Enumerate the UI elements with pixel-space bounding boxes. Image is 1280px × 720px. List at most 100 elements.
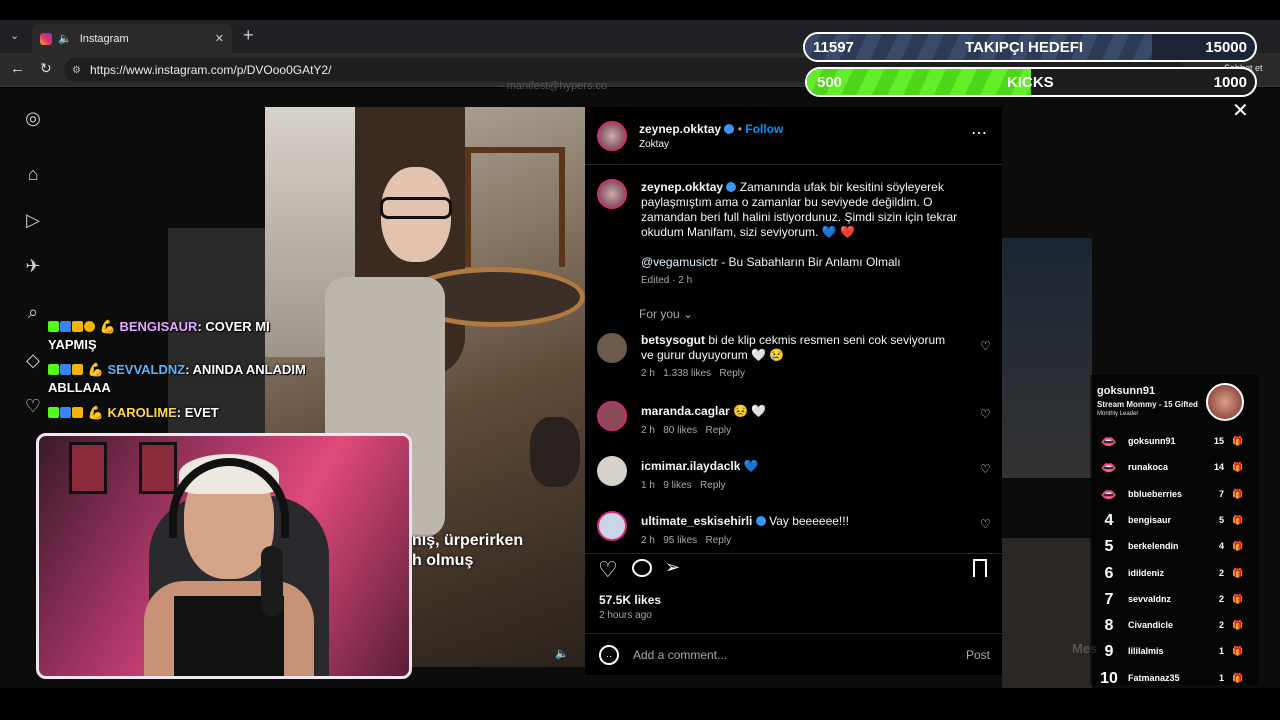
search-icon[interactable]: ⌕ — [23, 302, 43, 322]
comment-text: 😣 🤍 — [733, 404, 767, 418]
comment-likes[interactable]: 9 likes — [663, 480, 691, 491]
leaderboard-rank: 7 — [1104, 590, 1114, 608]
reply-button[interactable]: Reply — [706, 425, 732, 436]
edited-timestamp: Edited · 2 h — [641, 275, 693, 286]
leaderboard-username: runakoca — [1128, 462, 1169, 473]
close-tab-icon[interactable]: ✕ — [215, 32, 224, 45]
leader-title: Stream Mommy - 15 Gifted — [1097, 400, 1198, 409]
chat-message: 💪 BENGISAUR: COVER MI YAPMIŞ — [48, 319, 270, 352]
follower-current: 11597 — [813, 39, 854, 56]
comment-username[interactable]: betsysogut — [641, 333, 705, 347]
like-comment-icon[interactable]: ♡ — [980, 462, 991, 476]
verified-badge-icon — [60, 407, 71, 418]
comment-avatar[interactable] — [597, 333, 627, 363]
video-glasses — [380, 197, 452, 219]
new-tab-button[interactable]: + — [243, 25, 254, 46]
comment-avatar[interactable] — [597, 401, 627, 431]
comment-likes[interactable]: 80 likes — [663, 425, 697, 436]
gift-icon: 🎁 — [1232, 541, 1244, 552]
comment-item: maranda.caglar 😣 🤍 2 h 80 likes Reply ♡ — [597, 401, 992, 447]
backdrop-faint-text: - manifest@hypers.co — [500, 80, 608, 92]
comment-text: 💙 — [743, 459, 759, 473]
speaker-icon[interactable]: 🔈 — [58, 32, 72, 45]
caption-avatar[interactable] — [597, 179, 627, 209]
comment-avatar[interactable] — [597, 456, 627, 486]
reply-button[interactable]: Reply — [700, 480, 726, 491]
gift-icon: 🎁 — [1232, 488, 1244, 499]
messages-icon[interactable]: ✈ — [23, 256, 43, 276]
mute-icon[interactable]: 🔈 — [555, 647, 569, 660]
emoji-icon[interactable]: ‥ — [599, 645, 619, 665]
like-comment-icon[interactable]: ♡ — [980, 339, 991, 353]
post-details-panel: zeynep.okktay • Follow Zoktay ⋯ zeynep.o… — [585, 107, 1002, 675]
leaderboard-row: 8 Civandicle 2 🎁 — [1096, 617, 1246, 635]
leaderboard-count: 1 — [1218, 646, 1224, 657]
caption: zeynep.okktay Zamanında ufak bir kesitin… — [641, 180, 981, 240]
reels-icon[interactable]: ▷ — [23, 210, 43, 230]
comment-likes[interactable]: 95 likes — [663, 535, 697, 546]
comment-username[interactable]: icmimar.ilaydaclk — [641, 459, 740, 473]
like-comment-icon[interactable]: ♡ — [980, 517, 991, 531]
back-arrow-icon[interactable]: ← — [10, 60, 25, 77]
leaderboard-count: 14 — [1213, 462, 1224, 473]
like-icon[interactable]: ♡ — [598, 557, 618, 583]
share-icon[interactable]: ➢ — [665, 557, 680, 578]
post-comment-button[interactable]: Post — [966, 648, 990, 662]
leaderboard-username: lililalmis — [1128, 646, 1164, 657]
post-header: zeynep.okktay • Follow — [639, 122, 784, 136]
leaderboard-count: 1 — [1218, 672, 1224, 683]
leaderboard-username: berkelendin — [1128, 541, 1179, 552]
gift-icon: 🎁 — [1232, 620, 1244, 631]
comment-likes[interactable]: 1.338 likes — [663, 368, 711, 379]
actions-divider — [585, 553, 1002, 554]
explore-icon[interactable]: ◇ — [23, 350, 43, 370]
more-options-icon[interactable]: ⋯ — [971, 123, 987, 143]
author-username[interactable]: zeynep.okktay — [639, 122, 721, 136]
comment-username[interactable]: maranda.caglar — [641, 404, 730, 418]
caption-verified-icon — [726, 182, 737, 192]
backdrop-thumb-right — [1002, 238, 1092, 478]
leaderboard-count: 15 — [1213, 436, 1224, 446]
author-subtitle: Zoktay — [639, 139, 670, 150]
leaderboard-username: sevvaldnz — [1128, 593, 1172, 604]
close-modal-icon[interactable]: ✕ — [1232, 98, 1249, 123]
leaderboard-rank: 10 — [1100, 669, 1118, 687]
chat-flex-icon: 💪 — [87, 362, 104, 377]
caption-author[interactable]: zeynep.okktay — [641, 180, 723, 194]
comment-sort-dropdown[interactable]: For you ⌄ — [639, 307, 693, 321]
comment-icon[interactable] — [632, 559, 652, 577]
leaderboard-row: 9 lililalmis 1 🎁 — [1096, 643, 1246, 661]
comment-item: ultimate_eskisehirli Vay beeeeee!!! 2 h … — [597, 511, 992, 557]
browser-tab-instagram[interactable]: 🔈 Instagram ✕ — [32, 24, 232, 53]
kicks-label: KICKS — [1007, 74, 1054, 91]
reply-button[interactable]: Reply — [719, 368, 745, 379]
gift-icon: 🎁 — [1232, 436, 1244, 446]
tab-list-dropdown-icon[interactable]: ⌄ — [10, 29, 19, 42]
reply-button[interactable]: Reply — [706, 535, 732, 546]
leader-name: goksunn91 — [1097, 385, 1156, 397]
follow-button[interactable]: Follow — [745, 122, 783, 136]
home-icon[interactable]: ⌂ — [23, 164, 43, 184]
reload-icon[interactable]: ↻ — [40, 60, 52, 77]
webcam-microphone — [261, 546, 283, 616]
leaderboard-row: 6 idildeniz 2 🎁 — [1096, 565, 1246, 583]
like-comment-icon[interactable]: ♡ — [980, 407, 991, 421]
video-chair — [465, 147, 565, 267]
site-info-icon[interactable]: ⚙ — [72, 65, 81, 76]
comment-input[interactable]: Add a comment... — [633, 648, 727, 662]
add-comment-divider — [585, 633, 1002, 634]
save-bookmark-icon[interactable] — [973, 559, 987, 577]
likes-count[interactable]: 57.5K likes — [599, 593, 661, 607]
instagram-logo-icon[interactable]: ◎ — [23, 108, 43, 128]
gift-icon: 🎁 — [1232, 593, 1244, 604]
notifications-icon[interactable]: ♡ — [23, 396, 43, 416]
follower-goal-bar: 11597 TAKIPÇI HEDEFI 15000 — [803, 32, 1257, 62]
comment-avatar[interactable] — [597, 511, 627, 541]
webcam-frame-1 — [69, 442, 107, 494]
mention-link[interactable]: @vegamusictr — [641, 255, 718, 269]
kick-badge-icon — [48, 364, 59, 375]
author-avatar[interactable] — [597, 121, 627, 151]
comment-username[interactable]: ultimate_eskisehirli — [641, 514, 752, 528]
song-credit: @vegamusictr - Bu Sabahların Bir Anlamı … — [641, 255, 901, 269]
comment-item: icmimar.ilaydaclk 💙 1 h 9 likes Reply ♡ — [597, 456, 992, 502]
